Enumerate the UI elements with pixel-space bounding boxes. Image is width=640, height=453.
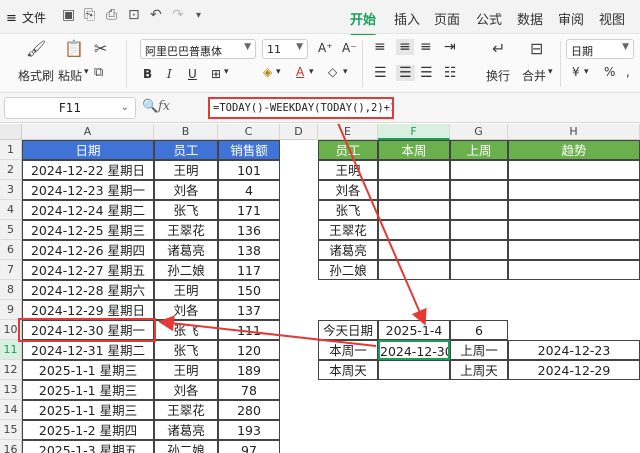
- currency-icon[interactable]: ¥: [572, 65, 580, 79]
- save-icon[interactable]: ▣: [62, 7, 75, 23]
- tab-data[interactable]: 数据: [517, 9, 543, 28]
- currency-dropdown-icon[interactable]: ▾: [584, 67, 589, 77]
- font-size-value: 11: [267, 43, 281, 56]
- tab-home[interactable]: 开始: [350, 9, 377, 37]
- wrap-text-button[interactable]: 换行: [486, 67, 510, 84]
- border-dropdown-icon[interactable]: ▾: [224, 67, 229, 77]
- ribbon-separator: [126, 41, 127, 87]
- number-format-select[interactable]: 日期 ▼: [566, 39, 634, 59]
- tab-formula[interactable]: 公式: [476, 9, 502, 28]
- print-preview-icon[interactable]: ⊡: [128, 7, 140, 23]
- name-box[interactable]: F11 ⌄: [4, 97, 136, 119]
- formula-input[interactable]: =TODAY()-WEEKDAY(TODAY(),2)+1: [208, 97, 394, 119]
- font-color-dropdown-icon[interactable]: ▾: [309, 67, 314, 77]
- formula-to-result-arrow: [337, 124, 427, 326]
- quick-access-dropdown-icon[interactable]: ▾: [196, 10, 201, 21]
- clear-dropdown-icon[interactable]: ▾: [343, 67, 348, 77]
- chevron-down-icon: ▼: [622, 42, 629, 52]
- bold-icon[interactable]: B: [143, 67, 152, 81]
- align-center-icon[interactable]: ☰: [396, 65, 415, 81]
- indent-icon[interactable]: ⇥: [444, 39, 456, 55]
- result-to-date-arrow: [158, 315, 377, 347]
- wrap-text-icon[interactable]: ↵: [492, 39, 505, 58]
- menu-bar: ≡ 文件 ▣ ⎘ ⎙ ⊡ ↶ ↷ ▾ 开始 插入 页面 公式 数据 审阅 视图: [0, 0, 640, 37]
- menu-icon: ≡: [6, 11, 17, 26]
- fill-color-dropdown-icon[interactable]: ▾: [276, 67, 281, 77]
- number-format-value: 日期: [571, 45, 593, 58]
- paste-button[interactable]: 粘贴: [58, 67, 82, 84]
- border-icon[interactable]: ⊞: [211, 67, 221, 81]
- distribute-icon[interactable]: ☷: [444, 65, 457, 81]
- align-middle-icon[interactable]: ≡: [396, 39, 414, 55]
- underline-icon[interactable]: U: [188, 67, 197, 81]
- file-menu-label: 文件: [22, 11, 47, 25]
- merge-dropdown-icon[interactable]: ▾: [548, 67, 553, 77]
- align-right-icon[interactable]: ☰: [420, 65, 433, 81]
- merge-icon[interactable]: ⊟: [530, 39, 543, 58]
- file-menu[interactable]: ≡ 文件: [6, 9, 46, 26]
- ribbon-toolbar: 🖌 格式刷 📋 粘贴 ▾ ✂ ⧉ 阿里巴巴普惠体 ▼ 11 ▼ A⁺ A⁻ B I …: [0, 35, 640, 93]
- chevron-down-icon: ⌄: [120, 102, 129, 113]
- align-left-icon[interactable]: ☰: [374, 65, 387, 81]
- ribbon-separator: [362, 41, 363, 87]
- align-bottom-icon[interactable]: ≡: [420, 39, 432, 55]
- redo-icon[interactable]: ↷: [172, 7, 184, 23]
- font-name-value: 阿里巴巴普惠体: [145, 45, 222, 58]
- percent-icon[interactable]: %: [604, 65, 615, 79]
- italic-icon[interactable]: I: [167, 67, 172, 81]
- chevron-down-icon: ▼: [296, 42, 303, 52]
- formula-bar: F11 ⌄ 🔍 fx =TODAY()-WEEKDAY(TODAY(),2)+1: [0, 93, 640, 123]
- tab-insert[interactable]: 插入: [394, 9, 420, 28]
- tab-page[interactable]: 页面: [434, 9, 460, 28]
- align-top-icon[interactable]: ≡: [374, 39, 386, 55]
- cut-icon[interactable]: ✂: [94, 39, 107, 58]
- paste-dropdown-icon[interactable]: ▾: [84, 67, 89, 77]
- zoom-icon[interactable]: 🔍: [142, 99, 158, 114]
- print-icon[interactable]: ⎙: [106, 7, 117, 23]
- name-box-value: F11: [58, 101, 82, 115]
- merge-button[interactable]: 合并: [522, 67, 546, 84]
- export-pdf-icon[interactable]: ⎘: [84, 7, 95, 23]
- tab-review[interactable]: 审阅: [558, 9, 584, 28]
- copy-icon[interactable]: ⧉: [94, 65, 103, 80]
- tab-view[interactable]: 视图: [599, 9, 625, 28]
- font-name-select[interactable]: 阿里巴巴普惠体 ▼: [140, 39, 256, 59]
- paste-icon[interactable]: 📋: [64, 39, 84, 58]
- chevron-down-icon: ▼: [244, 42, 251, 52]
- font-size-select[interactable]: 11 ▼: [262, 39, 308, 59]
- format-painter-button[interactable]: 格式刷: [18, 67, 54, 84]
- decrease-font-icon[interactable]: A⁻: [342, 41, 357, 55]
- clear-format-icon[interactable]: ◇: [328, 65, 337, 79]
- font-color-icon[interactable]: A: [296, 65, 304, 79]
- annotation-arrows: [158, 124, 427, 347]
- spreadsheet-grid: A B C D E F G H 1 2 3 4 5 6 7 8 9 10 11 12 13 14 15 16 日期 员工 销售额 20…: [0, 124, 640, 453]
- undo-icon[interactable]: ↶: [150, 7, 162, 23]
- fill-color-icon[interactable]: ◈: [263, 65, 272, 79]
- format-painter-icon[interactable]: 🖌: [26, 39, 46, 58]
- function-icon[interactable]: fx: [158, 99, 170, 114]
- thousands-icon[interactable]: ,: [626, 65, 630, 79]
- ribbon-separator: [560, 41, 561, 87]
- increase-font-icon[interactable]: A⁺: [318, 41, 333, 55]
